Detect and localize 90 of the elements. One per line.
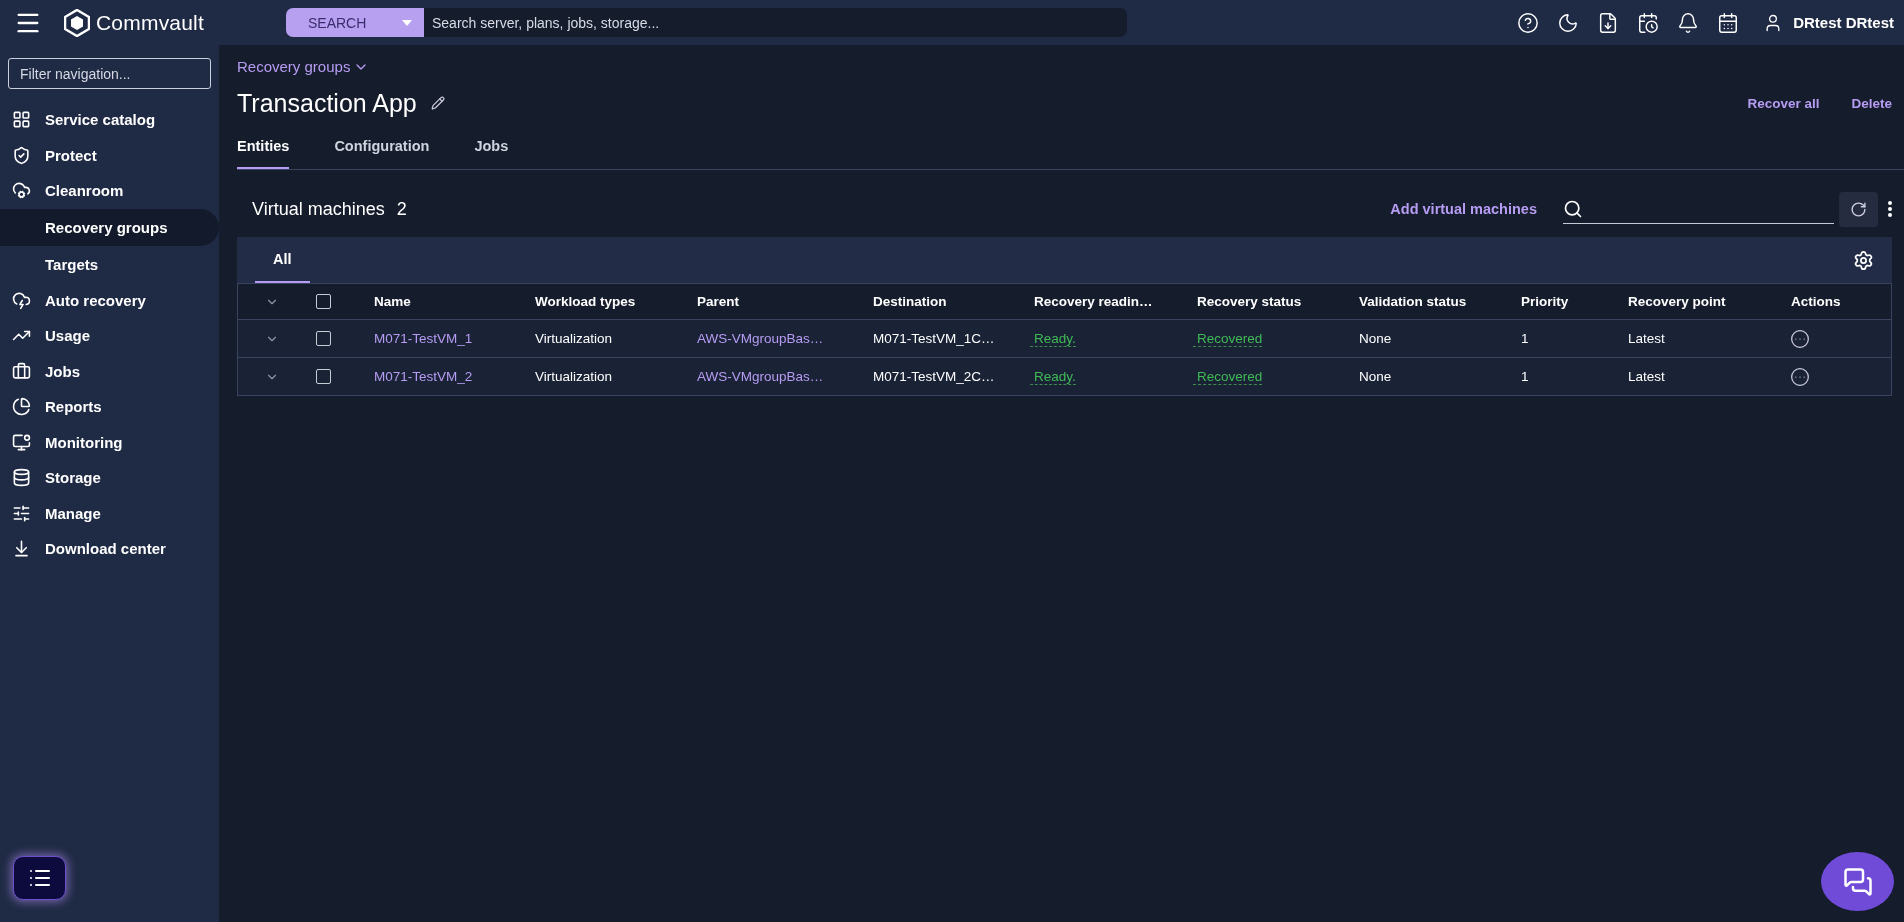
caret-icon <box>402 19 412 26</box>
table-cell-text: None <box>1358 331 1392 346</box>
column-header[interactable]: Validation status <box>1355 294 1517 309</box>
pie-chart-icon <box>12 397 31 417</box>
table-cell-text: M071-TestVM_1C… <box>872 331 995 346</box>
ellipsis-icon <box>1790 366 1810 387</box>
sliders-icon <box>12 503 31 523</box>
row-actions-button[interactable] <box>1790 366 1810 387</box>
moon-icon[interactable] <box>1557 11 1580 34</box>
nav-subitem[interactable]: Recovery groups <box>0 208 219 246</box>
user-menu[interactable]: DRtest DRtest <box>1763 12 1894 33</box>
grid-icon <box>12 110 31 130</box>
breadcrumb-link[interactable]: Recovery groups <box>237 58 370 75</box>
shield-icon <box>12 145 31 165</box>
bell-icon[interactable] <box>1677 11 1700 34</box>
global-search-field[interactable]: Search server, plans, jobs, storage... <box>424 8 1127 37</box>
settings-icon <box>1853 249 1874 271</box>
table-cell-text: Latest <box>1627 331 1665 346</box>
status-text: Ready. <box>1030 330 1076 347</box>
table-link[interactable]: M071-TestVM_2 <box>370 369 473 384</box>
column-header[interactable]: Destination <box>869 294 1030 309</box>
monitor-icon <box>12 432 31 452</box>
column-header[interactable]: Parent <box>693 294 869 309</box>
column-header[interactable]: Workload types <box>531 294 693 309</box>
nav-item[interactable]: Usage <box>0 318 219 354</box>
nav-item[interactable]: Reports <box>0 389 219 425</box>
refresh-button[interactable] <box>1839 191 1878 227</box>
cloud-lightning-icon <box>12 290 31 310</box>
column-header[interactable]: Actions <box>1787 294 1891 309</box>
action-link[interactable]: Delete <box>1851 95 1892 111</box>
column-header[interactable]: Recovery status <box>1193 294 1355 309</box>
download-icon <box>12 539 31 559</box>
list-button[interactable] <box>13 856 66 900</box>
vm-count: 2 <box>396 198 407 220</box>
refresh-icon <box>1850 200 1867 218</box>
nav-item[interactable]: Auto recovery <box>0 282 219 318</box>
column-header[interactable]: Name <box>370 294 531 309</box>
tab[interactable]: Configuration <box>334 138 430 169</box>
table-cell-text: None <box>1358 369 1392 384</box>
tab[interactable]: Jobs <box>474 138 509 169</box>
help-icon[interactable] <box>1517 11 1540 34</box>
table-link[interactable]: M071-TestVM_1 <box>370 331 473 346</box>
status-text: Recovered <box>1193 368 1263 385</box>
status-text: Recovered <box>1193 330 1263 347</box>
nav-item[interactable]: Manage <box>0 495 219 531</box>
row-checkbox[interactable] <box>316 331 331 346</box>
row-checkbox[interactable] <box>316 369 331 384</box>
chat-icon <box>1842 866 1873 897</box>
filter-navigation-field[interactable]: Filter navigation... <box>8 58 211 89</box>
tab[interactable]: Entities <box>237 138 290 169</box>
briefcase-icon <box>12 361 31 381</box>
table-link[interactable]: AWS-VMgroupBas… <box>693 369 824 384</box>
row-actions-button[interactable] <box>1790 328 1810 349</box>
nav-item[interactable]: Download center <box>0 531 219 567</box>
nav-subitem[interactable]: Targets <box>0 245 219 283</box>
table-link[interactable]: AWS-VMgroupBas… <box>693 331 824 346</box>
nav-item[interactable]: Jobs <box>0 353 219 389</box>
pencil-icon <box>430 96 445 110</box>
database-icon <box>12 468 31 488</box>
nav-item[interactable]: Monitoring <box>0 424 219 460</box>
nav-item[interactable]: Service catalog <box>0 102 219 138</box>
calendar-clock-icon[interactable] <box>1637 11 1660 34</box>
more-options-button[interactable] <box>1888 201 1892 217</box>
search-icon <box>1563 198 1583 219</box>
ellipsis-icon <box>1790 328 1810 349</box>
table-cell-text: Virtualization <box>534 369 613 384</box>
nav-item[interactable]: Cleanroom <box>0 173 219 209</box>
table-cell-text: Virtualization <box>534 331 613 346</box>
add-vm-link[interactable]: Add virtual machines <box>1390 201 1537 217</box>
select-all-checkbox[interactable] <box>316 294 331 309</box>
edit-button[interactable] <box>430 96 445 110</box>
column-header[interactable]: Priority <box>1517 294 1624 309</box>
nav-item[interactable]: Storage <box>0 460 219 496</box>
kebab-icon <box>1888 201 1892 217</box>
search-scope-dropdown[interactable]: SEARCH <box>286 8 424 37</box>
column-header[interactable]: Recovery point <box>1624 294 1787 309</box>
brand-name: Commvault <box>96 10 204 35</box>
status-text: Ready. <box>1030 368 1076 385</box>
table-cell-text: Latest <box>1627 369 1665 384</box>
cloud-icon <box>12 181 31 201</box>
action-link[interactable]: Recover all <box>1747 95 1820 111</box>
section-title: Virtual machines <box>252 198 385 220</box>
table-cell-text: M071-TestVM_2C… <box>872 369 995 384</box>
table-cell-text: 1 <box>1520 369 1529 384</box>
column-header[interactable]: Recovery readin… <box>1030 294 1193 309</box>
calendar-icon[interactable] <box>1717 11 1740 34</box>
table-cell-text: 1 <box>1520 331 1529 346</box>
page-title: Transaction App <box>237 88 417 118</box>
nav-item[interactable]: Protect <box>0 137 219 173</box>
logo-icon <box>64 8 90 37</box>
